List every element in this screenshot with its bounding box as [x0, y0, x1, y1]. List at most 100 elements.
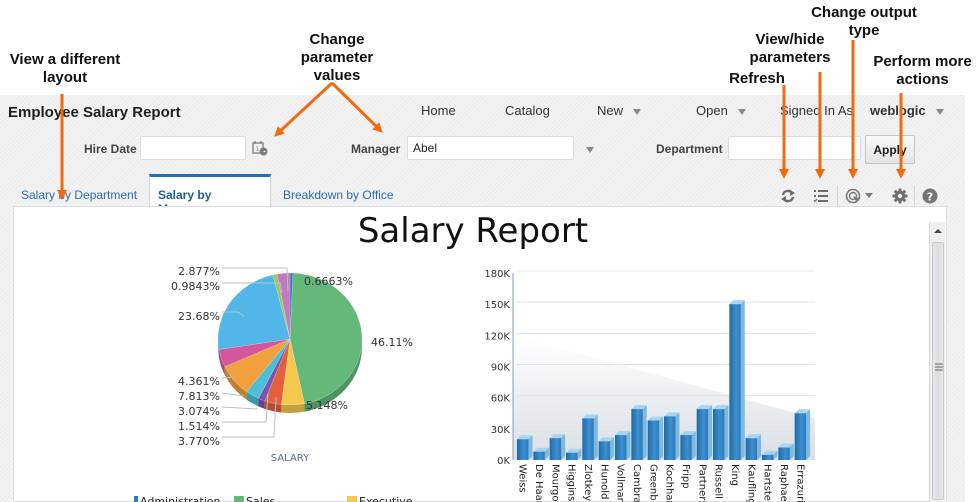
manager-label: Manager — [351, 142, 401, 156]
x-tick-label: Errazuri — [794, 464, 805, 502]
tab-salary-by-department[interactable]: Salary by Department — [13, 174, 145, 206]
date-picker-icon[interactable]: 1 — [252, 140, 268, 161]
y-tick-label: 180K — [484, 269, 510, 280]
bar-side — [708, 405, 713, 460]
bar[interactable] — [680, 435, 692, 460]
bar[interactable] — [549, 438, 562, 460]
x-tick-label: King — [729, 464, 740, 486]
report-title: Salary Report — [357, 211, 589, 251]
pie-data-label: 5.148% — [306, 399, 348, 412]
app-title: Employee Salary Report — [8, 104, 181, 121]
nav-new-menu[interactable]: New — [597, 103, 642, 118]
legend-swatch — [234, 496, 244, 502]
chevron-down-icon — [935, 108, 944, 115]
pie-data-label: 3.770% — [178, 435, 220, 448]
bar-side — [757, 434, 762, 460]
actions-gear-icon[interactable] — [891, 187, 909, 205]
chevron-down-icon — [633, 108, 642, 115]
annotation-line: layout — [42, 69, 88, 86]
bar[interactable] — [713, 409, 725, 460]
x-tick-label: Partner: — [696, 464, 707, 502]
pie-data-label: 7.813% — [178, 390, 220, 403]
y-tick-label: 30K — [491, 425, 511, 436]
manager-dropdown-icon[interactable] — [586, 147, 594, 153]
bar[interactable] — [598, 441, 611, 460]
pie-data-label: 4.361% — [178, 375, 220, 388]
bar-side — [593, 414, 598, 460]
y-tick-label: 120K — [484, 331, 510, 342]
annotation-line: Perform more — [873, 53, 972, 70]
annotation-output-type: Change output type — [800, 4, 928, 40]
nav-new-label: New — [597, 103, 624, 118]
x-tick-label: Kochhar — [664, 464, 675, 502]
hire-date-input[interactable] — [140, 136, 246, 160]
scroll-up-arrow[interactable] — [931, 224, 945, 238]
nav-home-link[interactable]: Home — [421, 103, 456, 118]
manager-select[interactable] — [407, 136, 574, 160]
bar-side — [724, 405, 729, 460]
nav-catalog-link[interactable]: Catalog — [505, 103, 550, 118]
nav-open-menu[interactable]: Open — [696, 103, 746, 118]
view-parameters-icon[interactable] — [812, 187, 830, 205]
annotation-line: View a different — [9, 51, 121, 68]
bar[interactable] — [794, 413, 807, 460]
pie-data-label: 2.877% — [178, 265, 220, 278]
bi-publisher-app: Employee Salary Report Home Catalog New … — [0, 95, 965, 502]
bar[interactable] — [729, 304, 741, 460]
output-type-icon[interactable] — [845, 187, 875, 205]
signed-in-as-label: Signed In As — [780, 103, 853, 118]
annotation-line: parameter — [300, 49, 374, 66]
bar[interactable] — [745, 438, 758, 460]
report-scrollbar[interactable] — [929, 222, 945, 502]
bar[interactable] — [517, 439, 529, 460]
bar[interactable] — [664, 416, 676, 460]
tab-salary-by-manager[interactable]: Salary by Manager — [149, 174, 271, 216]
help-icon[interactable]: ? — [921, 187, 939, 205]
x-tick-label: Cambra — [631, 464, 642, 502]
scroll-thumb[interactable] — [932, 242, 944, 500]
toolbar-divider — [914, 186, 915, 206]
pie-slice[interactable] — [289, 272, 363, 404]
bar-side — [659, 416, 664, 460]
bar[interactable] — [582, 418, 594, 460]
pie-data-label: 0.9843% — [171, 280, 220, 293]
department-label: Department — [656, 142, 723, 156]
y-tick-label: 60K — [491, 394, 511, 405]
x-tick-label: Mourgo: — [549, 464, 560, 502]
annotation-change-parameters: Change parameter values — [287, 31, 387, 85]
annotation-line: values — [313, 67, 361, 84]
y-tick-label: 150K — [484, 300, 510, 311]
bar-side — [806, 409, 811, 460]
apply-button[interactable]: Apply — [865, 135, 915, 164]
bar[interactable] — [533, 451, 545, 460]
x-tick-label: Vollman — [615, 464, 626, 502]
bar[interactable] — [696, 409, 709, 460]
tab-breakdown-by-office[interactable]: Breakdown by Office — [275, 174, 402, 206]
bar-chart: 0K 30K 60K 90K 120K 150K 180K Weiss De Haar Mourg… — [484, 269, 815, 502]
bar-side — [642, 405, 647, 460]
x-tick-label: Russell — [713, 464, 724, 499]
bar[interactable] — [615, 435, 627, 460]
bar[interactable] — [566, 452, 578, 460]
department-input[interactable] — [728, 136, 861, 160]
svg-text:1: 1 — [256, 146, 260, 153]
annotation-line: parameters — [749, 49, 831, 66]
pie-data-label: 1.514% — [178, 420, 220, 433]
chevron-down-icon — [737, 108, 746, 115]
bar[interactable] — [647, 420, 660, 460]
bar-side — [528, 435, 533, 460]
nav-open-label: Open — [696, 103, 728, 118]
x-tick-label: Higgins — [566, 464, 577, 501]
refresh-icon[interactable] — [779, 187, 797, 205]
bar-side — [691, 431, 696, 460]
pie-axis-label: SALARY — [271, 453, 310, 464]
grip-icon — [935, 363, 943, 371]
bar[interactable] — [762, 454, 774, 460]
pie-data-label: 3.074% — [178, 405, 220, 418]
user-menu[interactable]: weblogic — [870, 103, 944, 118]
bar[interactable] — [778, 447, 790, 460]
x-tick-label: Weiss — [517, 464, 528, 493]
bar-side — [561, 434, 566, 460]
bar[interactable] — [631, 409, 643, 460]
bar-side — [626, 431, 631, 460]
